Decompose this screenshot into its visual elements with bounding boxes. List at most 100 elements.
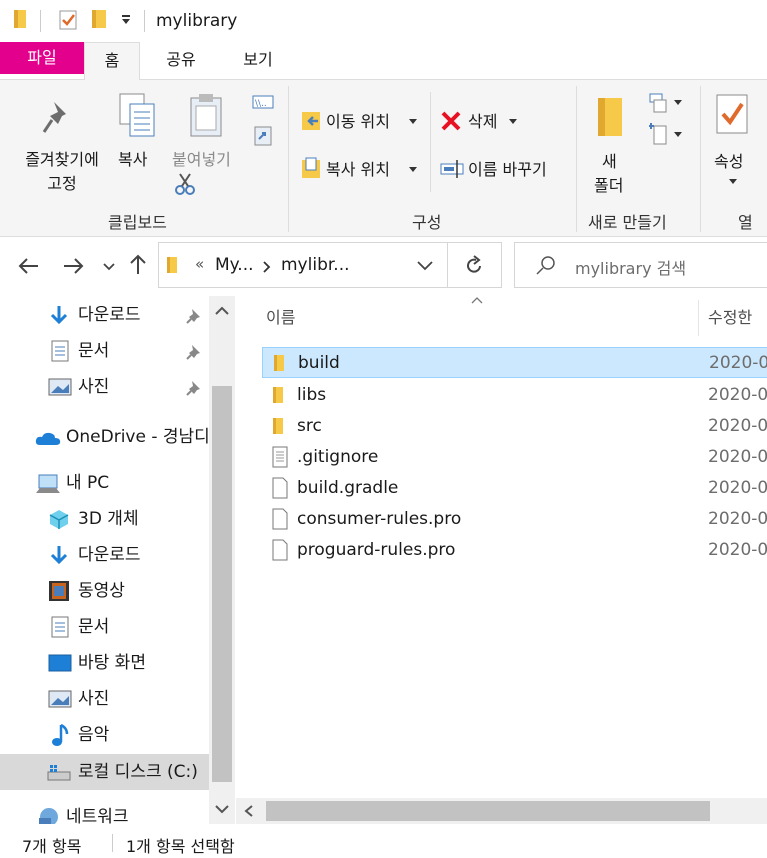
delete-label: 삭제	[468, 112, 498, 131]
new-folder-quick-icon[interactable]	[90, 8, 110, 30]
group-label-clipboard: 클립보드	[108, 213, 167, 232]
properties-icon	[716, 94, 748, 134]
paste-shortcut-icon[interactable]	[254, 124, 272, 146]
horizontal-scrollbar[interactable]	[236, 798, 767, 824]
selection-count: 1개 항목 선택함	[126, 837, 235, 856]
nav-item-downloads[interactable]: 다운로드	[0, 538, 209, 572]
tab-file[interactable]: 파일	[0, 42, 84, 74]
nav-label: 내 PC	[66, 473, 110, 493]
chevron-down-icon	[409, 119, 417, 124]
pin-icon[interactable]	[186, 380, 202, 396]
copy-path-icon[interactable]: \\..	[252, 94, 274, 110]
paste-button[interactable]: 붙여넣기	[168, 90, 248, 202]
file-name: src	[297, 416, 322, 436]
pin-quick-access-button[interactable]: 즐겨찾기에 고정	[6, 90, 110, 200]
up-arrow-icon[interactable]	[128, 254, 148, 276]
text-file-icon	[272, 446, 288, 468]
address-history-chevron-icon[interactable]	[417, 261, 433, 271]
pin-icon	[42, 102, 66, 133]
file-icon	[272, 539, 288, 561]
nav-item-network[interactable]: 네트워크	[0, 800, 209, 824]
tab-view[interactable]: 보기	[222, 42, 294, 80]
new-folder-button[interactable]: 새 폴더	[586, 90, 640, 202]
item-count: 7개 항목	[22, 837, 82, 856]
file-date: 2020-08	[708, 385, 767, 405]
file-row-consumer-rules[interactable]: consumer-rules.pro 2020-08	[262, 504, 767, 535]
pin-icon[interactable]	[186, 344, 202, 360]
nav-item-quick-downloads[interactable]: 다운로드	[0, 298, 209, 332]
folder-icon	[274, 355, 284, 371]
pin-label-1: 즐겨찾기에	[25, 150, 99, 169]
delete-button[interactable]: 삭제	[438, 104, 522, 136]
search-icon	[536, 256, 555, 275]
properties-button[interactable]: 속성	[708, 90, 760, 202]
nav-item-quick-documents[interactable]: 문서	[0, 334, 209, 368]
pin-icon[interactable]	[186, 308, 202, 324]
address-bar[interactable]: « My... mylibr...	[158, 242, 448, 288]
nav-item-documents[interactable]: 문서	[0, 610, 209, 644]
nav-item-onedrive[interactable]: OneDrive - 경남디	[0, 420, 210, 454]
navigation-bar: « My... mylibr... mylibrary 검색	[0, 238, 767, 296]
nav-item-local-disk[interactable]: 로컬 디스크 (C:)	[0, 754, 209, 790]
new-item-icon[interactable]	[648, 92, 684, 114]
window-title: mylibrary	[156, 11, 238, 31]
nav-item-quick-pictures[interactable]: 사진	[0, 370, 209, 404]
column-header-name[interactable]: 이름	[266, 296, 295, 340]
file-icon	[272, 508, 288, 530]
breadcrumb-overflow[interactable]: «	[195, 255, 204, 273]
file-row-gitignore[interactable]: .gitignore 2020-08	[262, 442, 767, 473]
nav-item-pictures[interactable]: 사진	[0, 682, 209, 716]
file-date: 2020-08	[708, 416, 767, 436]
scroll-up-icon[interactable]	[214, 306, 230, 316]
nav-label: 사진	[78, 377, 110, 397]
file-date: 2020-08	[708, 447, 767, 467]
nav-item-desktop[interactable]: 바탕 화면	[0, 646, 209, 680]
column-header-modified[interactable]: 수정한	[708, 296, 752, 340]
nav-item-music[interactable]: 음악	[0, 718, 209, 752]
refresh-button[interactable]	[448, 242, 502, 288]
cut-scissors-icon[interactable]	[174, 172, 196, 196]
back-arrow-icon[interactable]	[18, 256, 40, 276]
ribbon: 즐겨찾기에 고정 복사 붙여넣기 \\.. 클립보드 이동 위치 복사 위치 삭…	[0, 80, 767, 256]
scroll-down-icon[interactable]	[214, 804, 230, 814]
tab-share[interactable]: 공유	[142, 42, 220, 80]
scroll-left-icon[interactable]	[244, 804, 254, 818]
breadcrumb-item[interactable]: My...	[215, 255, 254, 275]
nav-label: 음악	[78, 725, 110, 745]
nav-label: 동영상	[78, 581, 125, 601]
chevron-down-icon[interactable]	[120, 14, 132, 26]
nav-item-3d-objects[interactable]: 3D 개체	[0, 502, 209, 536]
nav-scroll-thumb[interactable]	[212, 386, 232, 782]
file-name: libs	[297, 385, 327, 405]
copy-button[interactable]: 복사	[112, 90, 164, 180]
nav-item-videos[interactable]: 동영상	[0, 574, 209, 608]
navigation-pane: 다운로드 문서 사진 OneDrive - 경남디 내 PC 3D 개체 다운로…	[0, 296, 236, 824]
local-disk-icon	[47, 765, 71, 781]
easy-access-icon[interactable]	[648, 122, 684, 148]
horizontal-scroll-thumb[interactable]	[266, 801, 710, 821]
file-row-libs[interactable]: libs 2020-08	[262, 380, 767, 411]
chevron-right-icon[interactable]	[263, 261, 271, 273]
file-row-src[interactable]: src 2020-08	[262, 411, 767, 442]
file-row-build-gradle[interactable]: build.gradle 2020-08	[262, 473, 767, 504]
breadcrumb-item[interactable]: mylibr...	[281, 255, 350, 275]
recent-locations-chevron-icon[interactable]	[103, 262, 115, 272]
chevron-down-icon	[509, 119, 517, 124]
file-row-build[interactable]: build 2020-08	[262, 347, 767, 378]
properties-check-icon[interactable]	[58, 8, 80, 32]
search-box[interactable]: mylibrary 검색	[514, 242, 767, 288]
network-icon	[39, 808, 58, 824]
forward-arrow-icon[interactable]	[62, 256, 84, 276]
nav-label: 네트워크	[66, 807, 129, 824]
tab-home[interactable]: 홈	[84, 42, 140, 81]
nav-item-this-pc[interactable]: 내 PC	[0, 466, 209, 500]
file-row-proguard-rules[interactable]: proguard-rules.pro 2020-08	[262, 535, 767, 566]
move-to-button[interactable]: 이동 위치	[298, 104, 424, 136]
copy-to-button[interactable]: 복사 위치	[298, 152, 424, 184]
svg-text:\\..: \\..	[255, 99, 267, 109]
copy-label: 복사	[118, 150, 148, 169]
rename-button[interactable]: 이름 바꾸기	[438, 152, 568, 184]
nav-label: 다운로드	[78, 545, 141, 565]
rename-icon	[440, 160, 464, 178]
search-input[interactable]: mylibrary 검색	[575, 255, 686, 279]
